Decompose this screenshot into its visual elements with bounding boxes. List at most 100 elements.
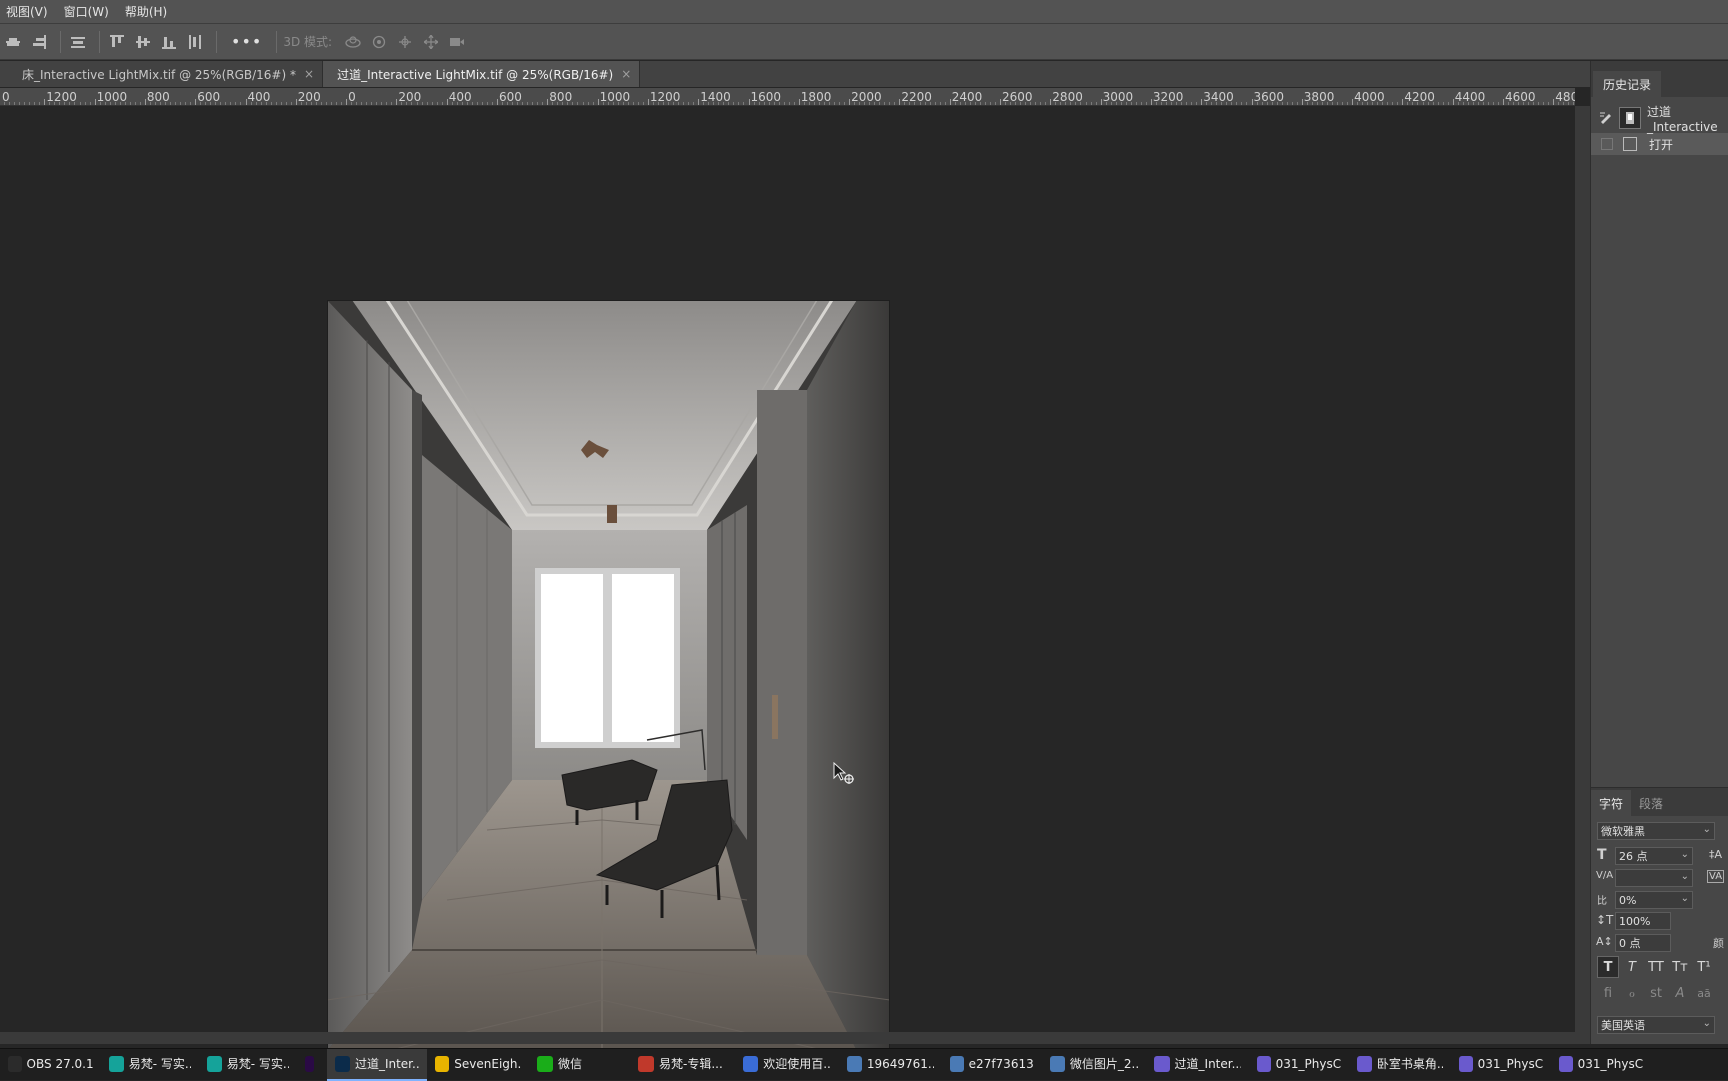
tab-paragraph[interactable]: 段落 bbox=[1631, 790, 1671, 816]
align-vertical-center-icon[interactable] bbox=[132, 31, 154, 53]
superscript-button[interactable]: T¹ bbox=[1693, 956, 1715, 978]
vertical-scale-field[interactable]: 100% bbox=[1615, 912, 1671, 930]
ruler-minor-tick bbox=[1126, 102, 1127, 105]
baseline-shift-icon: A↕ bbox=[1596, 935, 1613, 948]
discretionary-ligatures-button[interactable]: ℴ bbox=[1621, 982, 1643, 1004]
small-caps-button[interactable]: Tт bbox=[1669, 956, 1691, 978]
leading-icon: ‡A bbox=[1709, 848, 1722, 861]
ruler-minor-tick bbox=[155, 102, 156, 105]
stylistic-alternates-button[interactable]: st bbox=[1645, 982, 1667, 1004]
ruler-minor-tick bbox=[1091, 102, 1092, 105]
taskbar-item[interactable]: 欢迎使用百... bbox=[735, 1049, 839, 1081]
taskbar-item[interactable]: 过道_Inter... bbox=[327, 1049, 427, 1081]
ligatures-button[interactable]: fi bbox=[1597, 982, 1619, 1004]
ruler-label: 2400 bbox=[952, 90, 983, 104]
taskbar-item-label: 过道_Inter... bbox=[355, 1055, 419, 1072]
font-size-field[interactable]: 26 点 ⌄ bbox=[1615, 847, 1693, 865]
history-snapshot[interactable]: 过道_Interactive bbox=[1591, 103, 1728, 133]
chevron-down-icon: ⌄ bbox=[1703, 1018, 1711, 1029]
vertical-scrollbar[interactable] bbox=[1575, 106, 1590, 1032]
ruler-label: 2200 bbox=[901, 90, 932, 104]
taskbar-item[interactable]: 19649761... bbox=[839, 1049, 942, 1081]
taskbar-item[interactable]: 卧室书桌角... bbox=[1349, 1049, 1451, 1081]
ruler-minor-tick bbox=[401, 102, 402, 105]
taskbar-item[interactable]: 031_PhysC... bbox=[1451, 1049, 1551, 1081]
ruler-minor-tick bbox=[266, 102, 267, 105]
horizontal-ruler[interactable]: 0120010008006004002000200400600800100012… bbox=[0, 88, 1575, 106]
kerning-field[interactable]: ⌄ bbox=[1615, 869, 1693, 887]
align-horizontal-center-icon[interactable] bbox=[2, 31, 24, 53]
align-top-icon[interactable] bbox=[106, 31, 128, 53]
taskbar-item[interactable] bbox=[297, 1049, 327, 1081]
align-right-edges-icon[interactable] bbox=[28, 31, 50, 53]
ruler-tick bbox=[396, 99, 397, 105]
3d-pan-icon[interactable] bbox=[394, 31, 416, 53]
history-item-label: 打开 bbox=[1649, 136, 1673, 153]
distribute-horizontal-icon[interactable] bbox=[184, 31, 206, 53]
ruler-minor-tick bbox=[940, 102, 941, 105]
taskbar-item[interactable]: 微信图片_2... bbox=[1042, 1049, 1146, 1081]
tab-character[interactable]: 字符 bbox=[1591, 790, 1631, 816]
3d-camera-icon[interactable] bbox=[446, 31, 468, 53]
all-caps-button[interactable]: TT bbox=[1645, 956, 1667, 978]
tab-corridor-document[interactable]: 过道_Interactive LightMix.tif @ 25%(RGB/16… bbox=[323, 61, 640, 87]
history-item-open[interactable]: 打开 bbox=[1591, 133, 1728, 155]
taskbar-item[interactable]: 031_PhysC... bbox=[1551, 1049, 1651, 1081]
language-select[interactable]: 美国英语 ⌄ bbox=[1597, 1016, 1715, 1034]
close-icon[interactable]: × bbox=[304, 67, 314, 81]
ruler-minor-tick bbox=[1035, 102, 1036, 105]
tsume-field[interactable]: 0% ⌄ bbox=[1615, 891, 1693, 909]
taskbar-item[interactable]: SevenEigh... bbox=[427, 1049, 529, 1081]
horizontal-scrollbar[interactable] bbox=[0, 1032, 1590, 1044]
kerning-icon: V/A bbox=[1596, 870, 1613, 881]
menu-view[interactable]: 视图(V) bbox=[4, 1, 50, 22]
baseline-shift-field[interactable]: 0 点 bbox=[1615, 934, 1671, 952]
taskbar-item[interactable]: 易梵-专辑... bbox=[630, 1049, 735, 1081]
ruler-minor-tick bbox=[1131, 102, 1132, 105]
brush-source-icon[interactable] bbox=[1599, 110, 1613, 127]
3d-slide-icon[interactable] bbox=[420, 31, 442, 53]
3d-orbit-icon[interactable] bbox=[342, 31, 364, 53]
taskbar-item[interactable]: 过道_Inter... bbox=[1146, 1049, 1249, 1081]
3d-roll-icon[interactable] bbox=[368, 31, 390, 53]
ruler-minor-tick bbox=[980, 102, 981, 105]
corridor-render-image bbox=[327, 300, 890, 1051]
taskbar-item[interactable]: 031_PhysC... bbox=[1249, 1049, 1349, 1081]
taskbar-item[interactable]: OBS 27.0.1... bbox=[0, 1049, 101, 1081]
tab-history[interactable]: 历史记录 bbox=[1593, 71, 1661, 97]
more-options-button[interactable]: ••• bbox=[231, 32, 262, 51]
swash-button[interactable]: A bbox=[1669, 982, 1691, 1004]
faux-italic-button[interactable]: T bbox=[1621, 956, 1643, 978]
faux-bold-button[interactable]: T bbox=[1597, 956, 1619, 978]
ruler-minor-tick bbox=[678, 102, 679, 105]
taskbar-item[interactable]: e27f73613... bbox=[942, 1049, 1042, 1081]
font-family-value: 微软雅黑 bbox=[1601, 823, 1645, 839]
distribute-vertical-icon[interactable] bbox=[67, 31, 89, 53]
canvas-area[interactable] bbox=[0, 106, 1575, 1032]
image-viewer-icon bbox=[1050, 1056, 1065, 1072]
ruler-minor-tick bbox=[1025, 102, 1026, 105]
history-brush-checkbox[interactable] bbox=[1601, 138, 1613, 150]
menu-window[interactable]: 窗口(W) bbox=[62, 1, 111, 22]
ruler-minor-tick bbox=[1362, 102, 1363, 105]
ruler-minor-tick bbox=[215, 102, 216, 105]
taskbar-item[interactable]: 易梵- 写实... bbox=[199, 1049, 297, 1081]
align-bottom-icon[interactable] bbox=[158, 31, 180, 53]
taskbar-item[interactable]: 易梵- 写实... bbox=[101, 1049, 199, 1081]
ruler-minor-tick bbox=[552, 102, 553, 105]
ruler-minor-tick bbox=[577, 102, 578, 105]
close-icon[interactable]: × bbox=[621, 67, 631, 81]
chrome-icon bbox=[435, 1056, 449, 1072]
ruler-minor-tick bbox=[311, 102, 312, 105]
titling-alternates-button[interactable]: aā bbox=[1693, 982, 1715, 1004]
taskbar-item[interactable]: 微信 bbox=[529, 1049, 624, 1081]
ruler-tick bbox=[44, 99, 45, 105]
ruler-minor-tick bbox=[1528, 102, 1529, 105]
tab-bed-document[interactable]: 床_Interactive LightMix.tif @ 25%(RGB/16#… bbox=[8, 61, 323, 87]
menu-help[interactable]: 帮助(H) bbox=[123, 1, 169, 22]
ruler-minor-tick bbox=[583, 102, 584, 105]
ruler-minor-tick bbox=[879, 102, 880, 105]
font-family-select[interactable]: 微软雅黑 ⌄ bbox=[1597, 822, 1715, 840]
ruler-minor-tick bbox=[512, 102, 513, 105]
ruler-minor-tick bbox=[909, 102, 910, 105]
